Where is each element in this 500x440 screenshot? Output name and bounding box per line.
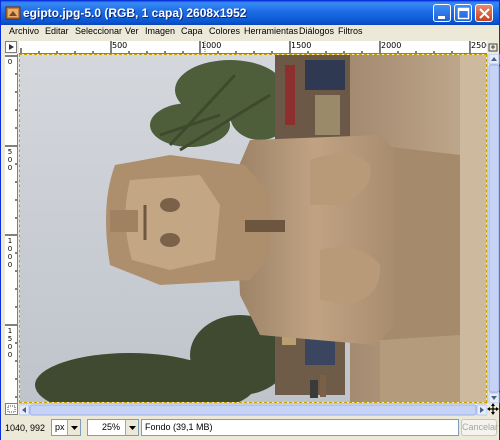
window-title: egipto.jpg-5.0 (RGB, 1 capa) 2608x1952 [23, 6, 247, 20]
cancel-button[interactable]: Cancelar [461, 419, 498, 436]
maximize-button[interactable] [454, 4, 472, 22]
horizontal-scrollbar[interactable] [18, 403, 488, 416]
hruler-label-1000: 1000 [201, 41, 222, 50]
minimize-icon [438, 16, 445, 19]
menu-editar[interactable]: Editar [45, 26, 69, 36]
menu-dialogos[interactable]: Diálogos [299, 26, 334, 36]
menu-imagen[interactable]: Imagen [145, 26, 175, 36]
hruler-label-2000: 2000 [381, 41, 402, 50]
vruler-label-0: 0 [7, 58, 13, 66]
quick-mask-toggle[interactable] [5, 403, 18, 415]
close-button[interactable] [475, 4, 493, 22]
unit-dropdown-arrow[interactable] [67, 420, 80, 435]
menu-herramientas[interactable]: Herramientas [244, 26, 298, 36]
chevron-down-icon [71, 426, 78, 430]
gimp-app-icon [5, 6, 21, 20]
move-arrows-icon [487, 403, 499, 415]
zoom-dropdown-arrow[interactable] [125, 420, 138, 435]
title-bar[interactable]: egipto.jpg-5.0 (RGB, 1 capa) 2608x1952 [1, 1, 499, 25]
vruler-label-1500: 1500 [7, 327, 13, 359]
hruler-label-1500: 1500 [291, 41, 312, 50]
layer-info: Fondo (39,1 MB) [141, 419, 459, 436]
close-icon [479, 8, 490, 19]
image-menu-button[interactable] [5, 41, 17, 53]
zoom-fit-icon [488, 43, 498, 52]
zoom-selector[interactable]: 25% [87, 419, 139, 436]
navigation-button[interactable] [487, 41, 499, 54]
menu-colores[interactable]: Colores [209, 26, 240, 36]
vertical-scrollbar-track [488, 53, 500, 404]
menu-ver[interactable]: Ver [125, 26, 139, 36]
vruler-label-1000: 1000 [7, 237, 13, 269]
quick-mask-icon [7, 405, 16, 413]
menu-bar: Archivo Editar Seleccionar Ver Imagen Ca… [1, 25, 499, 39]
gimp-image-window: egipto.jpg-5.0 (RGB, 1 capa) 2608x1952 A… [0, 0, 500, 440]
unit-value: px [55, 422, 65, 432]
menu-filtros[interactable]: Filtros [338, 26, 363, 36]
horizontal-ruler-ticks [20, 41, 471, 53]
sphinx-photo [20, 55, 486, 402]
chevron-down-icon [129, 426, 136, 430]
pointer-coordinates: 1040, 992 [5, 423, 46, 433]
zoom-value: 25% [101, 422, 120, 432]
menu-arrow-icon [9, 44, 14, 50]
status-bar: 1040, 992 px 25% Fondo (39,1 MB) Cancela… [1, 416, 499, 440]
minimize-button[interactable] [433, 4, 451, 22]
hruler-label-500: 500 [112, 41, 128, 50]
image-canvas[interactable] [19, 54, 487, 403]
maximize-icon [457, 7, 470, 20]
menu-seleccionar[interactable]: Seleccionar [75, 26, 122, 36]
menu-capa[interactable]: Capa [181, 26, 203, 36]
vertical-scrollbar[interactable] [487, 53, 500, 404]
hruler-label-2500: 2500 [471, 41, 487, 50]
horizontal-scrollbar-track [18, 404, 488, 416]
horizontal-ruler[interactable]: 500 1000 1500 2000 2500 [19, 41, 487, 54]
unit-selector[interactable]: px [51, 419, 81, 436]
navigate-button[interactable] [487, 403, 499, 415]
vruler-label-500: 500 [7, 148, 13, 172]
vertical-ruler[interactable]: 0 500 1000 1500 [5, 54, 18, 403]
menu-archivo[interactable]: Archivo [9, 26, 39, 36]
